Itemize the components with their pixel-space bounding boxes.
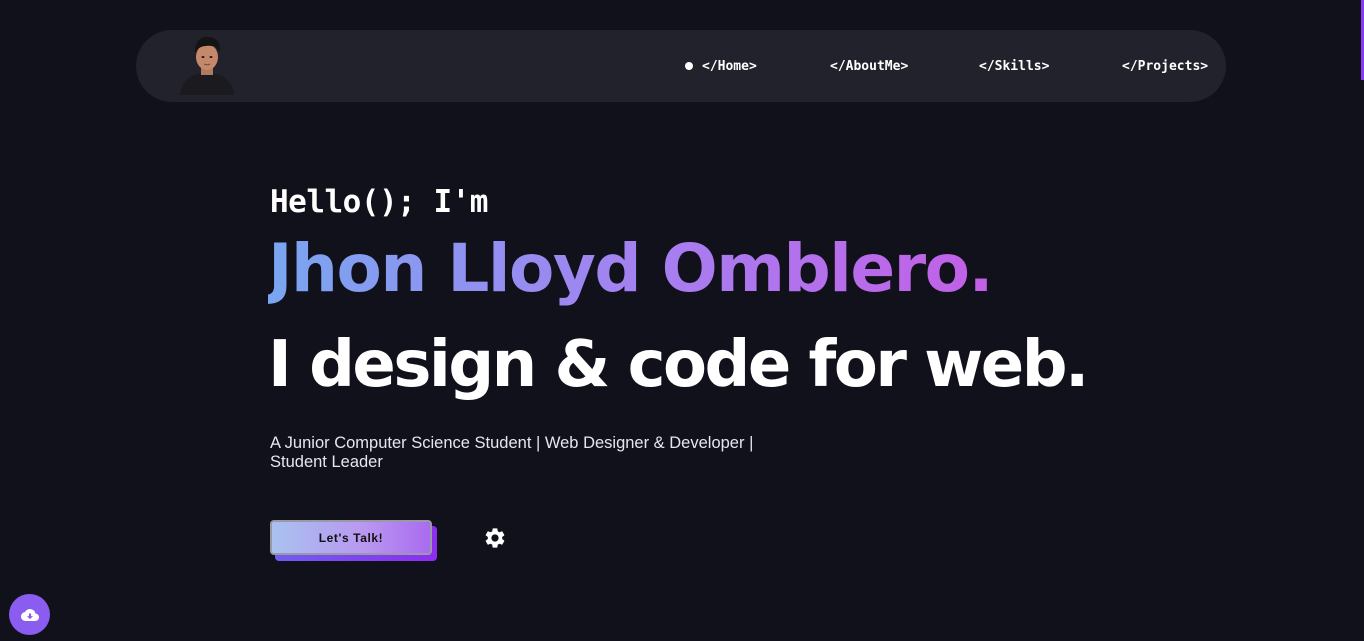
- nav-item-label: </AboutMe>: [830, 58, 909, 74]
- nav-item-label: </Projects>: [1122, 58, 1209, 74]
- cloud-download-icon: [20, 608, 39, 621]
- hero-subtitle-line: A Junior Computer Science Student | Web …: [270, 434, 754, 452]
- hero-name: Jhon Lloyd Omblero.: [268, 230, 994, 307]
- nav-item-aboutme[interactable]: </AboutMe>: [830, 57, 908, 75]
- nav-links: </Home> </AboutMe> </Skills> </Projects>: [136, 30, 1226, 102]
- dot-icon: [685, 62, 693, 70]
- nav-item-skills[interactable]: </Skills>: [979, 57, 1049, 75]
- lets-talk-button[interactable]: Let's Talk!: [270, 520, 432, 555]
- nav-item-home[interactable]: </Home>: [685, 57, 757, 75]
- nav-item-label: </Skills>: [979, 58, 1050, 74]
- nav-item-projects[interactable]: </Projects>: [1122, 57, 1208, 75]
- cta-group: Let's Talk!: [270, 520, 438, 562]
- nav-item-label: </Home>: [702, 58, 757, 74]
- download-cv-button[interactable]: [9, 594, 50, 635]
- page: </Home> </AboutMe> </Skills> </Projects>…: [0, 0, 1364, 641]
- hero-subtitle: A Junior Computer Science Student | Web …: [270, 434, 790, 472]
- hero-subtitle-line: Student Leader: [270, 453, 383, 471]
- hero-tagline: I design & code for web.: [268, 328, 1089, 402]
- gear-icon[interactable]: [483, 526, 507, 550]
- hero-greeting: Hello(); I'm: [270, 184, 488, 220]
- top-navbar: </Home> </AboutMe> </Skills> </Projects>: [136, 30, 1226, 102]
